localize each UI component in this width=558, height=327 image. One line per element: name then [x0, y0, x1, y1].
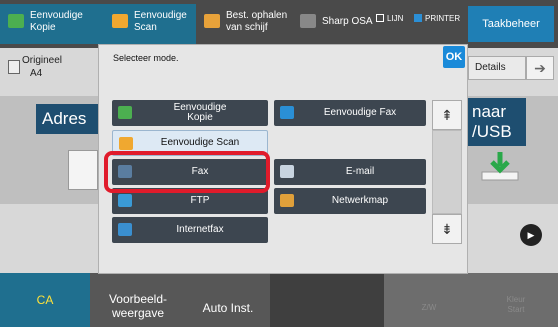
- color-start-label: Kleur Start: [506, 295, 526, 314]
- arrow-right-icon[interactable]: ➔: [526, 56, 554, 80]
- scrollbar-track[interactable]: [432, 130, 462, 214]
- mode-network-folder-label: Netwerkmap: [331, 195, 389, 206]
- tab-easy-copy[interactable]: Eenvoudige Kopie: [0, 4, 104, 44]
- fax-icon: [280, 106, 294, 119]
- fax-highlight-frame: [104, 151, 270, 193]
- naar-label: naar: [472, 102, 507, 121]
- mode-email[interactable]: E-mail: [274, 159, 426, 185]
- ftp-icon: [118, 194, 132, 207]
- network-folder-icon: [280, 194, 294, 207]
- preview-button[interactable]: Voorbeeld- weergave: [90, 273, 186, 327]
- folder-icon: [204, 14, 220, 28]
- tab-retrieve-from-disk[interactable]: Best. ophalen van schijf: [196, 4, 292, 44]
- mail-icon: [280, 165, 294, 178]
- scan-icon: [112, 14, 128, 28]
- mode-easy-copy-label: Eenvoudige Kopie: [173, 102, 227, 123]
- color-start-button[interactable]: Kleur Start: [474, 273, 558, 327]
- mode-internet-fax[interactable]: Internetfax: [112, 217, 268, 243]
- osa-icon: [300, 14, 316, 28]
- tab-easy-scan[interactable]: Eenvoudige Scan: [104, 4, 196, 44]
- usb-icon: [481, 152, 519, 181]
- mode-easy-fax-label: Eenvoudige Fax: [323, 107, 397, 118]
- tab-sharp-osa[interactable]: Sharp OSA: [292, 4, 376, 44]
- tab-easy-copy-label: Eenvoudige Kopie: [30, 10, 83, 33]
- scroll-up-icon[interactable]: ⇞: [432, 100, 462, 130]
- line-indicator-icon: [376, 14, 384, 22]
- job-status-button[interactable]: Taakbeheer: [468, 6, 554, 42]
- mode-internet-fax-label: Internetfax: [176, 224, 224, 235]
- printer-indicator-icon: [414, 14, 422, 22]
- scan-icon: [119, 137, 133, 150]
- usb-label: /USB: [472, 122, 512, 141]
- status-line-label: LIJN: [387, 14, 404, 23]
- scroll-down-icon[interactable]: ⇟: [432, 214, 462, 244]
- document-icon: [8, 60, 20, 74]
- status-printer-label: PRINTER: [425, 14, 461, 23]
- ok-button[interactable]: OK: [443, 46, 465, 68]
- auto-set-label: Auto Inst.: [202, 301, 254, 315]
- internet-fax-icon: [118, 223, 132, 236]
- original-label: Origineel: [22, 55, 63, 66]
- tab-easy-scan-label: Eenvoudige Scan: [134, 10, 187, 33]
- copy-icon: [8, 14, 24, 28]
- copy-icon: [118, 106, 132, 119]
- mode-email-label: E-mail: [345, 166, 375, 177]
- details-button[interactable]: Details: [468, 56, 526, 80]
- mode-easy-fax[interactable]: Eenvoudige Fax: [274, 100, 426, 126]
- bw-start-label: Z/W: [421, 303, 437, 312]
- clear-all-button[interactable]: CA: [0, 273, 90, 327]
- mode-easy-copy[interactable]: Eenvoudige Kopie: [112, 100, 268, 126]
- status-line: LIJN: [376, 14, 403, 23]
- play-icon[interactable]: ▶: [520, 224, 542, 246]
- original-value: A4: [30, 68, 43, 79]
- auto-set-button[interactable]: Auto Inst.: [186, 273, 270, 327]
- address-button[interactable]: Adres: [36, 104, 100, 134]
- address-book-icon: [68, 150, 98, 190]
- mode-network-folder[interactable]: Netwerkmap: [274, 188, 426, 214]
- dialog-title: Selecteer mode.: [113, 53, 179, 63]
- status-printer: PRINTER: [414, 14, 460, 23]
- scan-to-usb-button[interactable]: naar /USB: [466, 98, 526, 146]
- preview-label: Voorbeeld- weergave: [108, 292, 168, 320]
- tab-sharp-osa-label: Sharp OSA: [322, 16, 373, 27]
- tab-retrieve-label: Best. ophalen van schijf: [226, 10, 288, 33]
- original-setting[interactable]: Origineel A4: [8, 54, 63, 80]
- bw-start-button[interactable]: Z/W: [384, 273, 474, 327]
